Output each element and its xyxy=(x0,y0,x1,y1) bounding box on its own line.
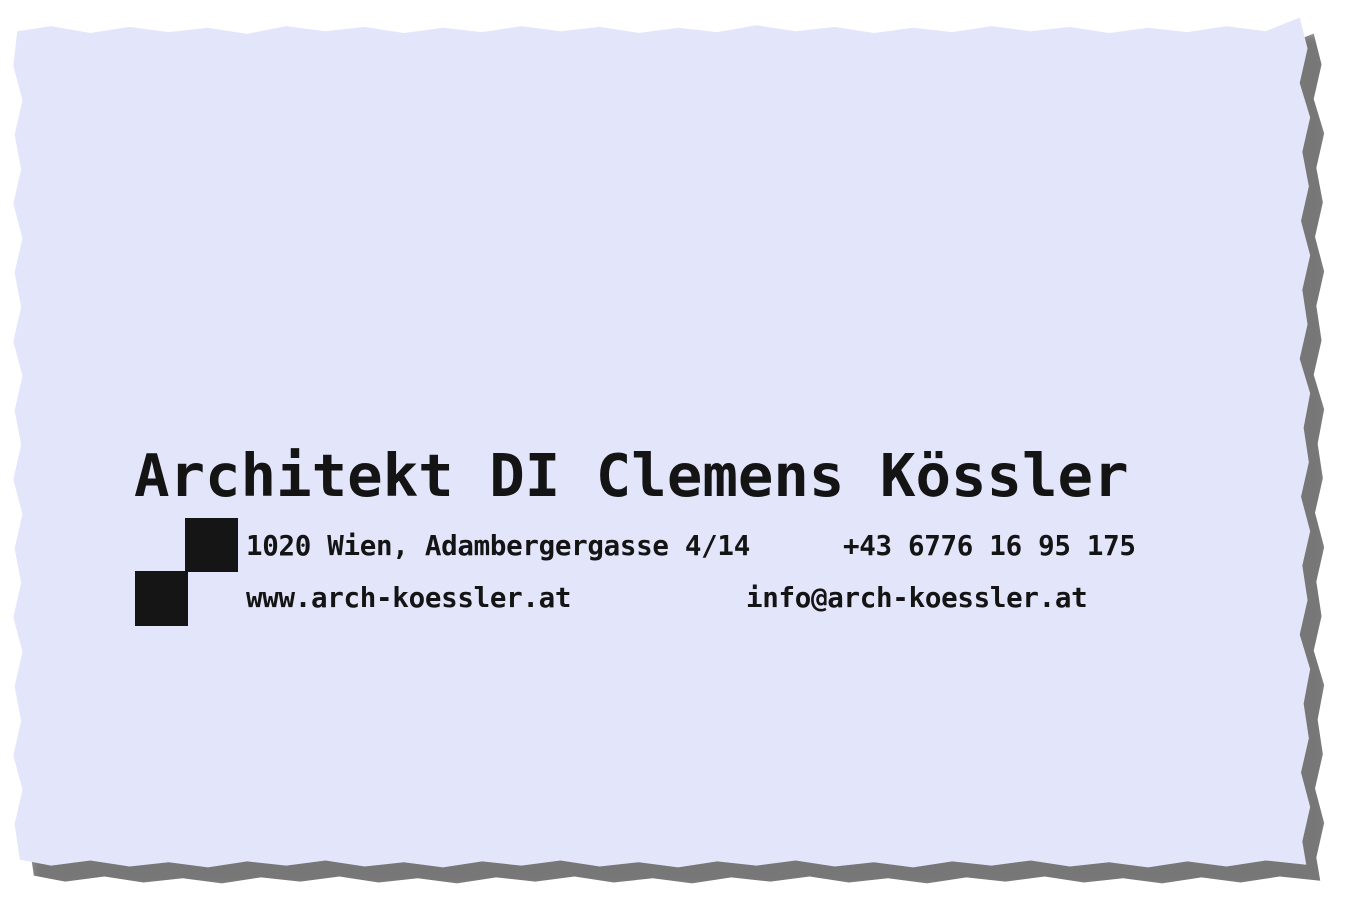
email-link[interactable]: info@arch-koessler.at xyxy=(746,584,1088,613)
logo-square-bottom xyxy=(135,571,188,626)
logo-square-top xyxy=(185,518,238,572)
website-link[interactable]: www.arch-koessler.at xyxy=(246,584,571,613)
address-text: 1020 Wien, Adambergergasse 4/14 xyxy=(246,530,750,562)
architect-name: Architekt DI Clemens Kössler xyxy=(134,441,1129,510)
phone-number: +43 6776 16 95 175 xyxy=(843,530,1136,562)
